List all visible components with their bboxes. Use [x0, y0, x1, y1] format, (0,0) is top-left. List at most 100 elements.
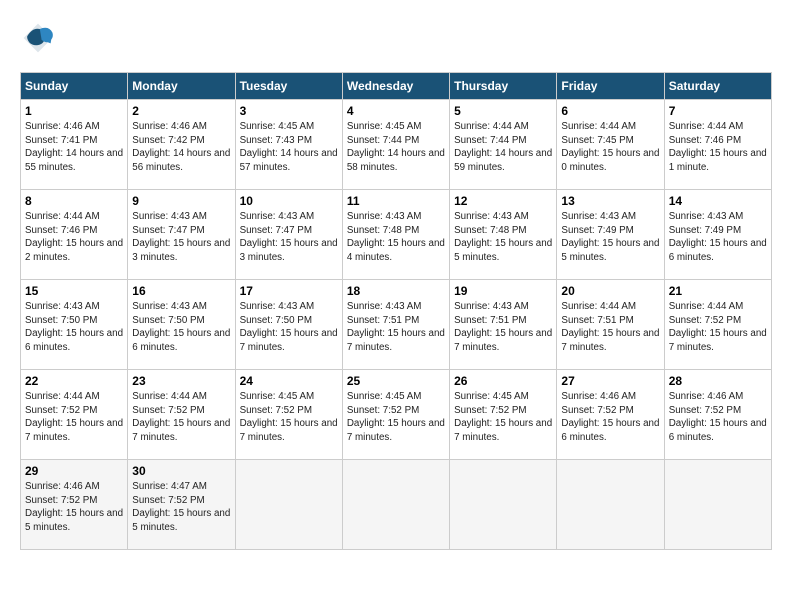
- cell-info: Sunrise: 4:44 AMSunset: 7:51 PMDaylight:…: [561, 300, 659, 355]
- calendar-cell: 18 Sunrise: 4:43 AMSunset: 7:51 PMDaylig…: [342, 280, 449, 370]
- calendar-cell: 10 Sunrise: 4:43 AMSunset: 7:47 PMDaylig…: [235, 190, 342, 280]
- day-number: 23: [132, 374, 230, 388]
- calendar-cell: 2 Sunrise: 4:46 AMSunset: 7:42 PMDayligh…: [128, 100, 235, 190]
- day-number: 27: [561, 374, 659, 388]
- calendar-cell: 7 Sunrise: 4:44 AMSunset: 7:46 PMDayligh…: [664, 100, 771, 190]
- calendar-cell: 17 Sunrise: 4:43 AMSunset: 7:50 PMDaylig…: [235, 280, 342, 370]
- calendar-cell: 16 Sunrise: 4:43 AMSunset: 7:50 PMDaylig…: [128, 280, 235, 370]
- calendar-cell: 21 Sunrise: 4:44 AMSunset: 7:52 PMDaylig…: [664, 280, 771, 370]
- day-number: 7: [669, 104, 767, 118]
- day-number: 17: [240, 284, 338, 298]
- calendar-cell: 27 Sunrise: 4:46 AMSunset: 7:52 PMDaylig…: [557, 370, 664, 460]
- day-number: 3: [240, 104, 338, 118]
- day-number: 30: [132, 464, 230, 478]
- day-number: 26: [454, 374, 552, 388]
- day-header-friday: Friday: [557, 73, 664, 100]
- day-number: 19: [454, 284, 552, 298]
- calendar-cell: 15 Sunrise: 4:43 AMSunset: 7:50 PMDaylig…: [21, 280, 128, 370]
- day-number: 18: [347, 284, 445, 298]
- day-number: 29: [25, 464, 123, 478]
- calendar-cell: 23 Sunrise: 4:44 AMSunset: 7:52 PMDaylig…: [128, 370, 235, 460]
- calendar-cell: 28 Sunrise: 4:46 AMSunset: 7:52 PMDaylig…: [664, 370, 771, 460]
- calendar-cell: 11 Sunrise: 4:43 AMSunset: 7:48 PMDaylig…: [342, 190, 449, 280]
- cell-info: Sunrise: 4:44 AMSunset: 7:45 PMDaylight:…: [561, 120, 659, 175]
- cell-info: Sunrise: 4:44 AMSunset: 7:52 PMDaylight:…: [669, 300, 767, 355]
- calendar-cell: 6 Sunrise: 4:44 AMSunset: 7:45 PMDayligh…: [557, 100, 664, 190]
- cell-info: Sunrise: 4:45 AMSunset: 7:52 PMDaylight:…: [347, 390, 445, 445]
- day-header-sunday: Sunday: [21, 73, 128, 100]
- cell-info: Sunrise: 4:43 AMSunset: 7:49 PMDaylight:…: [669, 210, 767, 265]
- cell-info: Sunrise: 4:43 AMSunset: 7:49 PMDaylight:…: [561, 210, 659, 265]
- cell-info: Sunrise: 4:45 AMSunset: 7:52 PMDaylight:…: [454, 390, 552, 445]
- cell-info: Sunrise: 4:43 AMSunset: 7:47 PMDaylight:…: [132, 210, 230, 265]
- cell-info: Sunrise: 4:44 AMSunset: 7:52 PMDaylight:…: [25, 390, 123, 445]
- cell-info: Sunrise: 4:46 AMSunset: 7:52 PMDaylight:…: [25, 480, 123, 535]
- cell-info: Sunrise: 4:43 AMSunset: 7:51 PMDaylight:…: [454, 300, 552, 355]
- cell-info: Sunrise: 4:46 AMSunset: 7:52 PMDaylight:…: [669, 390, 767, 445]
- day-number: 13: [561, 194, 659, 208]
- day-number: 22: [25, 374, 123, 388]
- calendar-cell: 22 Sunrise: 4:44 AMSunset: 7:52 PMDaylig…: [21, 370, 128, 460]
- cell-info: Sunrise: 4:45 AMSunset: 7:52 PMDaylight:…: [240, 390, 338, 445]
- cell-info: Sunrise: 4:43 AMSunset: 7:47 PMDaylight:…: [240, 210, 338, 265]
- day-number: 14: [669, 194, 767, 208]
- calendar-cell: 25 Sunrise: 4:45 AMSunset: 7:52 PMDaylig…: [342, 370, 449, 460]
- day-number: 16: [132, 284, 230, 298]
- day-number: 4: [347, 104, 445, 118]
- logo-icon: [20, 20, 56, 56]
- day-number: 28: [669, 374, 767, 388]
- day-number: 12: [454, 194, 552, 208]
- day-number: 5: [454, 104, 552, 118]
- cell-info: Sunrise: 4:46 AMSunset: 7:52 PMDaylight:…: [561, 390, 659, 445]
- day-number: 10: [240, 194, 338, 208]
- day-number: 2: [132, 104, 230, 118]
- cell-info: Sunrise: 4:45 AMSunset: 7:44 PMDaylight:…: [347, 120, 445, 175]
- day-number: 11: [347, 194, 445, 208]
- cell-info: Sunrise: 4:43 AMSunset: 7:50 PMDaylight:…: [132, 300, 230, 355]
- day-number: 24: [240, 374, 338, 388]
- calendar-cell: [664, 460, 771, 550]
- calendar-cell: 30 Sunrise: 4:47 AMSunset: 7:52 PMDaylig…: [128, 460, 235, 550]
- calendar-cell: 12 Sunrise: 4:43 AMSunset: 7:48 PMDaylig…: [450, 190, 557, 280]
- calendar-cell: 8 Sunrise: 4:44 AMSunset: 7:46 PMDayligh…: [21, 190, 128, 280]
- calendar-cell: 1 Sunrise: 4:46 AMSunset: 7:41 PMDayligh…: [21, 100, 128, 190]
- day-number: 9: [132, 194, 230, 208]
- calendar: SundayMondayTuesdayWednesdayThursdayFrid…: [20, 72, 772, 550]
- calendar-cell: 24 Sunrise: 4:45 AMSunset: 7:52 PMDaylig…: [235, 370, 342, 460]
- calendar-cell: 20 Sunrise: 4:44 AMSunset: 7:51 PMDaylig…: [557, 280, 664, 370]
- day-header-thursday: Thursday: [450, 73, 557, 100]
- day-header-monday: Monday: [128, 73, 235, 100]
- cell-info: Sunrise: 4:44 AMSunset: 7:46 PMDaylight:…: [669, 120, 767, 175]
- calendar-cell: 29 Sunrise: 4:46 AMSunset: 7:52 PMDaylig…: [21, 460, 128, 550]
- day-number: 25: [347, 374, 445, 388]
- calendar-cell: 26 Sunrise: 4:45 AMSunset: 7:52 PMDaylig…: [450, 370, 557, 460]
- day-header-tuesday: Tuesday: [235, 73, 342, 100]
- cell-info: Sunrise: 4:43 AMSunset: 7:50 PMDaylight:…: [25, 300, 123, 355]
- day-number: 21: [669, 284, 767, 298]
- calendar-cell: 4 Sunrise: 4:45 AMSunset: 7:44 PMDayligh…: [342, 100, 449, 190]
- day-number: 1: [25, 104, 123, 118]
- cell-info: Sunrise: 4:47 AMSunset: 7:52 PMDaylight:…: [132, 480, 230, 535]
- day-header-wednesday: Wednesday: [342, 73, 449, 100]
- calendar-cell: 19 Sunrise: 4:43 AMSunset: 7:51 PMDaylig…: [450, 280, 557, 370]
- day-number: 6: [561, 104, 659, 118]
- calendar-cell: 14 Sunrise: 4:43 AMSunset: 7:49 PMDaylig…: [664, 190, 771, 280]
- cell-info: Sunrise: 4:43 AMSunset: 7:48 PMDaylight:…: [347, 210, 445, 265]
- day-number: 8: [25, 194, 123, 208]
- day-number: 15: [25, 284, 123, 298]
- calendar-cell: 13 Sunrise: 4:43 AMSunset: 7:49 PMDaylig…: [557, 190, 664, 280]
- calendar-cell: [342, 460, 449, 550]
- cell-info: Sunrise: 4:44 AMSunset: 7:46 PMDaylight:…: [25, 210, 123, 265]
- logo: [20, 20, 60, 56]
- calendar-cell: 9 Sunrise: 4:43 AMSunset: 7:47 PMDayligh…: [128, 190, 235, 280]
- calendar-cell: 5 Sunrise: 4:44 AMSunset: 7:44 PMDayligh…: [450, 100, 557, 190]
- day-header-saturday: Saturday: [664, 73, 771, 100]
- calendar-cell: 3 Sunrise: 4:45 AMSunset: 7:43 PMDayligh…: [235, 100, 342, 190]
- calendar-cell: [235, 460, 342, 550]
- calendar-cell: [557, 460, 664, 550]
- day-number: 20: [561, 284, 659, 298]
- cell-info: Sunrise: 4:43 AMSunset: 7:50 PMDaylight:…: [240, 300, 338, 355]
- cell-info: Sunrise: 4:44 AMSunset: 7:44 PMDaylight:…: [454, 120, 552, 175]
- cell-info: Sunrise: 4:45 AMSunset: 7:43 PMDaylight:…: [240, 120, 338, 175]
- cell-info: Sunrise: 4:43 AMSunset: 7:48 PMDaylight:…: [454, 210, 552, 265]
